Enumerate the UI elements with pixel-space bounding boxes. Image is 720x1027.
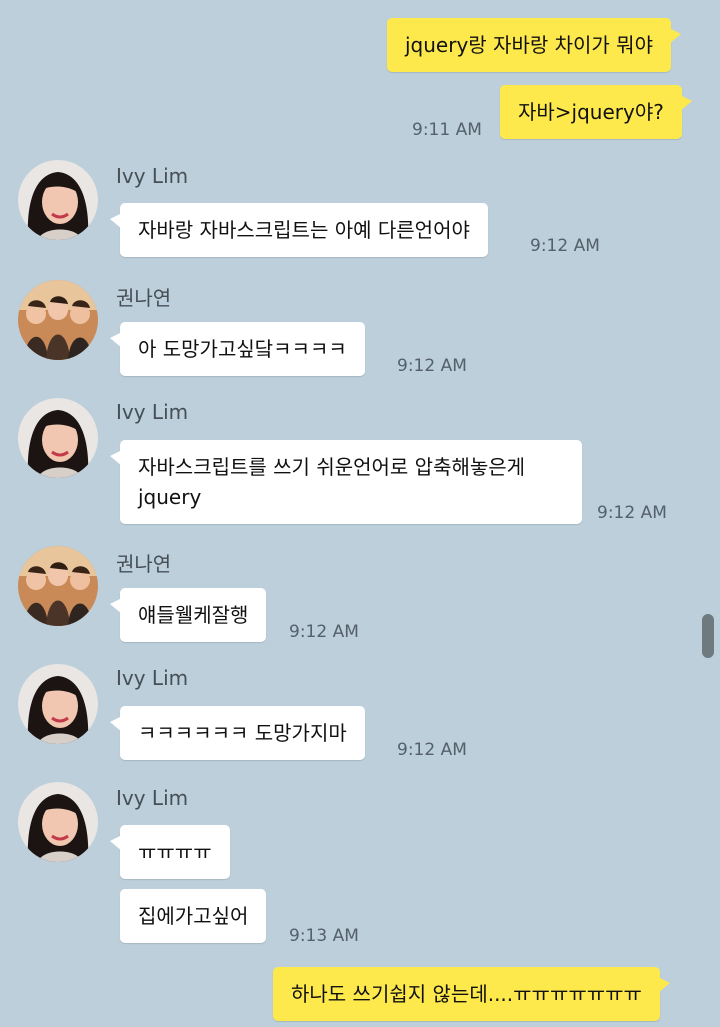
outgoing-message[interactable]: jquery랑 자바랑 차이가 뭐야 bbox=[387, 18, 681, 72]
sender-name: Ivy Lim bbox=[116, 666, 189, 690]
ivy-profile-photo-icon bbox=[18, 398, 98, 478]
message-text: 하나도 쓰기쉽지 않는데....ㅠㅠㅠㅠㅠㅠㅠ bbox=[291, 982, 642, 1006]
incoming-message[interactable]: 집에가고싶어 bbox=[120, 889, 267, 943]
outgoing-message[interactable]: 하나도 쓰기쉽지 않는데....ㅠㅠㅠㅠㅠㅠㅠ bbox=[273, 967, 670, 1021]
message-timestamp: 9:13 AM bbox=[289, 926, 359, 946]
outgoing-message[interactable]: 자바>jquery야? bbox=[500, 85, 692, 139]
sender-name: 권나연 bbox=[116, 552, 172, 576]
ivy-profile-photo-icon bbox=[18, 782, 98, 862]
message-text: 자바랑 자바스크립트는 아예 다른언어야 bbox=[138, 218, 470, 242]
avatar[interactable] bbox=[18, 782, 98, 862]
message-text-line: 자바스크립트를 쓰기 쉬운언어로 압축해놓은게 bbox=[138, 455, 526, 479]
scrollbar-thumb[interactable] bbox=[702, 614, 714, 658]
incoming-message[interactable]: ㅋㅋㅋㅋㅋㅋ 도망가지마 bbox=[110, 706, 365, 760]
incoming-message[interactable]: 자바스크립트를 쓰기 쉬운언어로 압축해놓은게 jquery bbox=[110, 440, 582, 524]
incoming-message[interactable]: 아 도망가고싶닼ㅋㅋㅋㅋ bbox=[110, 322, 365, 376]
message-text: jquery랑 자바랑 차이가 뭐야 bbox=[405, 33, 653, 57]
avatar[interactable] bbox=[18, 398, 98, 478]
chat-window: jquery랑 자바랑 차이가 뭐야 9:11 AM 자바>jquery야? I… bbox=[0, 0, 720, 1027]
message-text: 자바>jquery야? bbox=[518, 100, 664, 124]
message-text: ㅋㅋㅋㅋㅋㅋ 도망가지마 bbox=[138, 721, 347, 745]
avatar[interactable] bbox=[18, 280, 98, 360]
message-timestamp: 9:12 AM bbox=[530, 236, 600, 256]
incoming-message[interactable]: ㅠㅠㅠㅠ bbox=[110, 825, 230, 879]
avatar[interactable] bbox=[18, 664, 98, 744]
message-timestamp: 9:12 AM bbox=[397, 356, 467, 376]
message-timestamp: 9:12 AM bbox=[597, 503, 667, 523]
sender-name: Ivy Lim bbox=[116, 164, 189, 188]
incoming-message[interactable]: 얘들웰케잘행 bbox=[109, 588, 267, 642]
sender-name: Ivy Lim bbox=[116, 786, 189, 810]
message-text-line: jquery bbox=[138, 485, 202, 509]
message-timestamp: 9:12 AM bbox=[289, 622, 359, 642]
ivy-profile-photo-icon bbox=[18, 160, 98, 240]
sender-name: Ivy Lim bbox=[116, 400, 189, 424]
group-profile-photo-icon bbox=[18, 546, 98, 626]
incoming-message[interactable]: 자바랑 자바스크립트는 아예 다른언어야 bbox=[110, 203, 488, 257]
message-text: 얘들웰케잘행 bbox=[138, 603, 249, 627]
sender-name: 권나연 bbox=[116, 286, 172, 310]
avatar[interactable] bbox=[18, 160, 98, 240]
message-text: 집에가고싶어 bbox=[138, 904, 249, 928]
message-timestamp: 9:12 AM bbox=[397, 740, 467, 760]
message-timestamp: 9:11 AM bbox=[412, 120, 482, 140]
group-profile-photo-icon bbox=[18, 280, 98, 360]
avatar[interactable] bbox=[18, 546, 98, 626]
ivy-profile-photo-icon bbox=[18, 664, 98, 744]
message-text: ㅠㅠㅠㅠ bbox=[138, 840, 212, 864]
message-text: 아 도망가고싶닼ㅋㅋㅋㅋ bbox=[138, 337, 347, 361]
